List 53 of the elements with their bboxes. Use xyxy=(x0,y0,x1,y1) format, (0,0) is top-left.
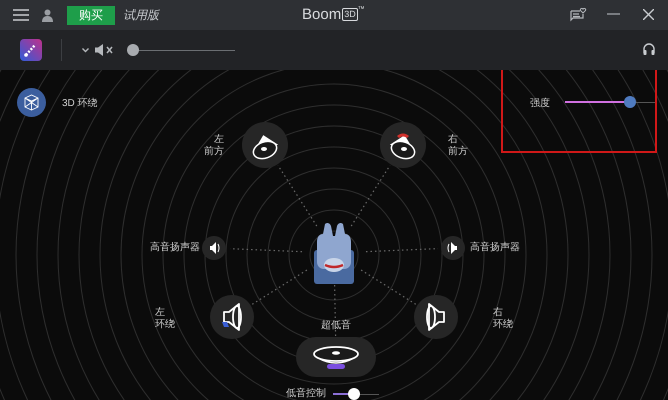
speaker-icon xyxy=(448,242,457,254)
connector-line xyxy=(251,270,308,306)
app-icon[interactable] xyxy=(20,39,42,61)
speaker-label: 高音扬声器 xyxy=(149,242,200,254)
bass-label: 低音控制 xyxy=(286,388,326,400)
volume-slider[interactable] xyxy=(127,44,235,56)
speaker-node[interactable] xyxy=(441,236,465,260)
close-icon[interactable] xyxy=(643,9,654,20)
bass-slider-thumb[interactable] xyxy=(348,388,360,400)
strength-label: 强度 xyxy=(530,96,550,111)
caret-icon[interactable] xyxy=(82,48,89,52)
speaker-node[interactable] xyxy=(242,122,288,168)
bass-slider[interactable] xyxy=(333,388,379,400)
speaker-label: 超低音 xyxy=(320,320,352,332)
speaker-icon xyxy=(426,303,445,331)
connector-line xyxy=(277,165,318,226)
speaker-label: 前方 xyxy=(448,146,469,158)
speaker-icon xyxy=(252,135,278,160)
minimize-icon[interactable] xyxy=(607,13,620,15)
speaker-label: 环绕 xyxy=(493,319,514,331)
connector-line xyxy=(360,270,417,306)
speaker-icon xyxy=(210,242,220,254)
speaker-node[interactable] xyxy=(210,295,254,339)
headphones-icon[interactable] xyxy=(643,43,655,55)
logo-mark: 3D xyxy=(342,8,358,21)
speaker-label: 高音扬声器 xyxy=(470,242,521,254)
app-name: Boom xyxy=(302,6,342,24)
speaker-icon xyxy=(222,303,242,331)
user-icon[interactable] xyxy=(42,8,53,22)
strength-slider[interactable] xyxy=(565,96,655,108)
connector-line xyxy=(350,165,391,226)
volume-slider-thumb[interactable] xyxy=(127,44,139,56)
speaker-label: 右 xyxy=(448,134,458,146)
strength-slider-thumb[interactable] xyxy=(624,96,636,108)
speaker-icon xyxy=(390,134,416,160)
speaker-node[interactable] xyxy=(414,295,458,339)
speaker-label: 左 xyxy=(155,307,166,318)
speaker-node[interactable] xyxy=(380,122,426,168)
speaker-label: 左 xyxy=(213,134,224,146)
effect-label: 3D 环绕 xyxy=(62,96,98,111)
trial-label: 试用版 xyxy=(123,7,159,24)
buy-button[interactable]: 购买 xyxy=(67,6,115,24)
speaker-icon xyxy=(313,346,359,369)
speaker-label: 前方 xyxy=(203,146,224,158)
speaker-node[interactable] xyxy=(296,337,376,377)
listener-figure-drawing xyxy=(312,222,356,284)
speaker-label: 右 xyxy=(493,307,504,318)
three-d-cube-icon[interactable] xyxy=(17,88,46,117)
menu-icon[interactable] xyxy=(13,9,29,21)
feedback-icon[interactable] xyxy=(570,7,587,22)
speaker-icon[interactable] xyxy=(95,44,115,56)
speaker-node[interactable] xyxy=(202,236,226,260)
speaker-label: 环绕 xyxy=(155,319,176,331)
